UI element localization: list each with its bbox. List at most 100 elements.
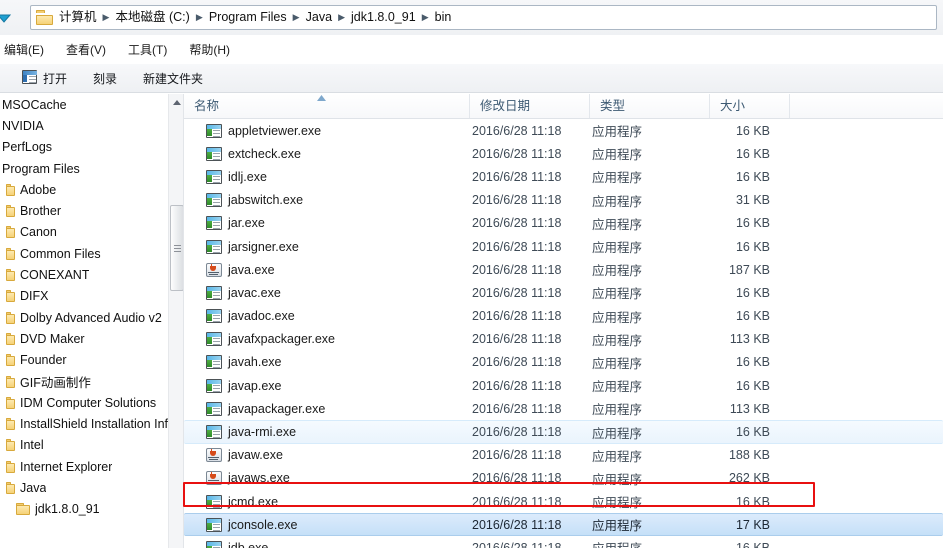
executable-file-icon [206,355,222,370]
tree-item[interactable]: Canon [0,222,184,243]
file-date-cell: 2016/6/28 11:18 [472,146,562,161]
tree-item[interactable]: DVD Maker [0,328,184,349]
file-name-label: jar.exe [228,216,265,231]
file-row[interactable]: javaw.exe 2016/6/28 11:18 应用程序 188 KB [184,444,943,467]
scrollbar-grip-icon [173,243,181,254]
tree-item[interactable]: jdk1.8.0_91 [0,499,184,520]
tree-item[interactable]: GIF动画制作 [0,371,184,392]
column-header-type[interactable]: 类型 [590,94,710,118]
file-row[interactable]: jarsigner.exe 2016/6/28 11:18 应用程序 16 KB [184,235,943,258]
tree-item[interactable]: Adobe [0,179,184,200]
folder-icon [6,354,15,367]
tree-item[interactable]: Brother [0,200,184,221]
file-row[interactable]: javac.exe 2016/6/28 11:18 应用程序 16 KB [184,281,943,304]
menu-edit[interactable]: 编辑(E) [4,40,55,60]
tree-item[interactable]: MSOCache [0,94,184,115]
menu-bar: 编辑(E) 查看(V) 工具(T) 帮助(H) [0,40,943,60]
file-row[interactable]: idlj.exe 2016/6/28 11:18 应用程序 16 KB [184,165,943,188]
file-date-cell: 2016/6/28 11:18 [472,355,562,370]
file-row[interactable]: javap.exe 2016/6/28 11:18 应用程序 16 KB [184,374,943,397]
column-header-name[interactable]: 名称 [184,94,470,118]
column-header-label: 名称 [194,99,220,113]
file-row[interactable]: javaws.exe 2016/6/28 11:18 应用程序 262 KB [184,467,943,490]
menu-view[interactable]: 查看(V) [66,40,117,60]
tree-item[interactable]: IDM Computer Solutions [0,392,184,413]
column-header-size[interactable]: 大小 [710,94,790,118]
file-name-cell: jar.exe [206,216,265,231]
file-type-cell: 应用程序 [592,519,643,534]
file-row[interactable]: javadoc.exe 2016/6/28 11:18 应用程序 16 KB [184,305,943,328]
tree-item-label: DIFX [20,289,49,304]
new-folder-button[interactable]: 新建文件夹 [143,67,203,89]
tree-item[interactable]: Internet Explorer [0,456,184,477]
file-size-cell: 16 KB [735,355,770,370]
file-row[interactable]: extcheck.exe 2016/6/28 11:18 应用程序 16 KB [184,142,943,165]
breadcrumb-separator-icon: ▶ [421,12,429,22]
menu-help[interactable]: 帮助(H) [189,40,241,60]
file-row[interactable]: jdb.exe 2016/6/28 11:18 应用程序 16 KB [184,536,943,548]
tree-item[interactable]: DIFX [0,286,184,307]
breadcrumb-item[interactable]: Java [304,6,334,29]
file-row[interactable]: jar.exe 2016/6/28 11:18 应用程序 16 KB [184,212,943,235]
file-name-label: javap.exe [228,378,282,393]
column-header-date[interactable]: 修改日期 [470,94,590,118]
file-row[interactable]: javah.exe 2016/6/28 11:18 应用程序 16 KB [184,351,943,374]
file-type-cell: 应用程序 [592,472,643,487]
tree-item[interactable]: Founder [0,350,184,371]
column-header-label: 类型 [600,99,626,113]
file-size-cell: 17 KB [735,517,770,532]
tree-item[interactable]: Dolby Advanced Audio v2 [0,307,184,328]
tree-item[interactable]: InstallShield Installation Infor [0,413,184,434]
file-name-cell: javaws.exe [206,471,290,486]
address-input[interactable]: 计算机 ▶ 本地磁盘 (C:) ▶ Program Files ▶ Java ▶ jdk1.8.… [30,5,937,30]
nav-dropdown-arrow-icon[interactable] [0,0,11,35]
tree-item[interactable]: NVIDIA [0,115,184,136]
file-row[interactable]: java-rmi.exe 2016/6/28 11:18 应用程序 16 KB [184,420,943,444]
breadcrumb-item[interactable]: Program Files [207,6,289,29]
tree-item[interactable]: Intel [0,435,184,456]
tree-item-label: Dolby Advanced Audio v2 [20,310,162,325]
file-row[interactable]: jconsole.exe 2016/6/28 11:18 应用程序 17 KB [184,513,943,537]
navigation-scrollbar[interactable] [168,94,184,548]
file-name-label: javapackager.exe [228,401,326,416]
tree-item[interactable]: Common Files [0,243,184,264]
executable-file-icon [206,169,222,184]
file-row[interactable]: javafxpackager.exe 2016/6/28 11:18 应用程序 113… [184,328,943,351]
tree-item[interactable]: PerfLogs [0,137,184,158]
menu-help-label: 帮助(H) [189,43,230,57]
file-row[interactable]: jabswitch.exe 2016/6/28 11:18 应用程序 31 KB [184,189,943,212]
file-row[interactable]: java.exe 2016/6/28 11:18 应用程序 187 KB [184,258,943,281]
tree-item-label: CONEXANT [20,268,90,283]
tree-item-label: NVIDIA [2,118,44,133]
navigation-pane[interactable]: MSOCache NVIDIA PerfLogs Program Files Adobe… [0,94,184,548]
open-button-label: 打开 [43,71,68,86]
tree-item[interactable]: Java [0,477,184,498]
breadcrumb-item[interactable]: jdk1.8.0_91 [349,6,418,29]
file-name-label: java.exe [228,262,275,277]
file-row[interactable]: javapackager.exe 2016/6/28 11:18 应用程序 113 K… [184,397,943,420]
menu-tools[interactable]: 工具(T) [128,40,178,60]
breadcrumb-item[interactable]: 计算机 [57,6,99,29]
file-size-cell: 16 KB [735,425,770,440]
open-button[interactable]: 打开 [22,67,67,89]
navigation-scrollbar-thumb[interactable] [170,205,184,291]
file-list-pane: 名称 修改日期 类型 大小 appletviewer.exe 2016/6/28 11:… [184,94,943,548]
file-size-cell: 113 KB [729,332,770,347]
file-row[interactable]: jcmd.exe 2016/6/28 11:18 应用程序 16 KB [184,490,943,513]
file-size-cell: 16 KB [735,378,770,393]
tree-item-label: IDM Computer Solutions [20,395,157,410]
file-name-cell: javac.exe [206,285,281,300]
tree-item[interactable]: Program Files [0,158,184,179]
file-date-cell: 2016/6/28 11:18 [472,169,562,184]
tree-item[interactable]: CONEXANT [0,264,184,285]
file-row[interactable]: appletviewer.exe 2016/6/28 11:18 应用程序 16 KB [184,119,943,142]
executable-file-icon [206,193,222,208]
folder-icon [6,375,15,388]
breadcrumb-item[interactable]: bin [433,6,454,29]
tree-item-label: Intel [20,438,44,453]
breadcrumb-item[interactable]: 本地磁盘 (C:) [114,6,192,29]
burn-button[interactable]: 刻录 [93,67,117,89]
tree-item-label: Internet Explorer [20,459,113,474]
column-header-label: 大小 [720,99,746,113]
file-name-label: jcmd.exe [228,494,279,509]
